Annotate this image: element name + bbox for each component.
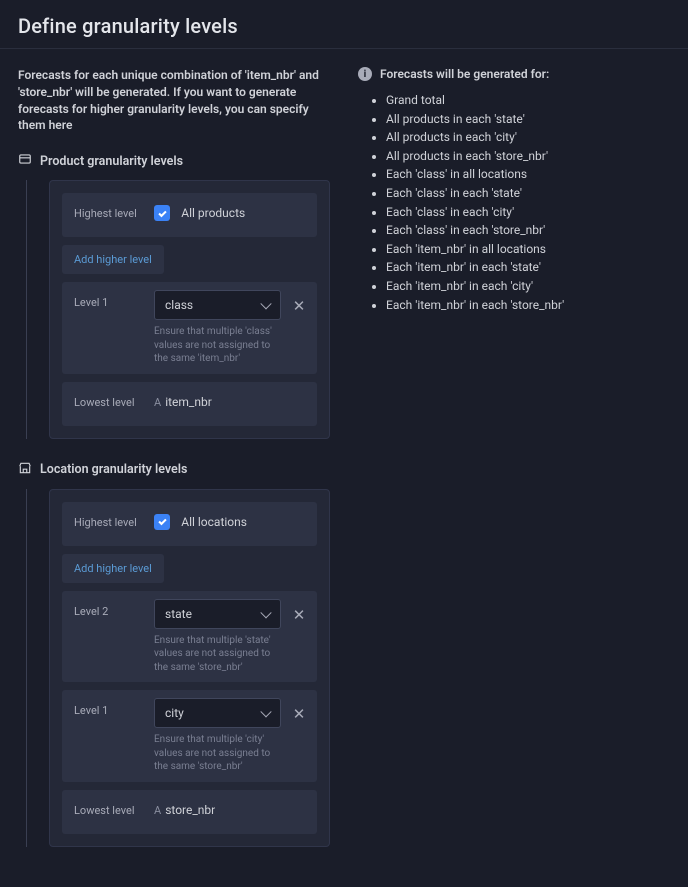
row-label: Level 1 <box>62 282 154 309</box>
list-item: All products in each 'city' <box>386 128 670 147</box>
location-section-title: Location granularity levels <box>18 461 330 479</box>
intro-text: Forecasts for each unique combination of… <box>18 67 330 134</box>
card-icon <box>18 152 32 170</box>
product-add-higher-level[interactable]: Add higher level <box>62 245 164 274</box>
list-item: Each 'item_nbr' in all locations <box>386 240 670 259</box>
location-add-higher-level[interactable]: Add higher level <box>62 554 164 583</box>
location-level-row: Level 1 city Ensure that multiple 'city'… <box>62 690 317 782</box>
list-item: All products in each 'store_nbr' <box>386 147 670 166</box>
close-icon: ✕ <box>293 297 306 315</box>
info-icon: i <box>358 67 372 81</box>
product-highest-row: Highest level All products <box>62 193 317 237</box>
close-icon: ✕ <box>293 606 306 624</box>
close-icon: ✕ <box>293 705 306 723</box>
list-item: Each 'class' in all locations <box>386 165 670 184</box>
list-item: Grand total <box>386 91 670 110</box>
product-section-title: Product granularity levels <box>18 152 330 170</box>
row-label: Level 2 <box>62 591 154 618</box>
location-highest-row: Highest level All locations <box>62 502 317 546</box>
location-level-1-select[interactable]: city <box>154 698 281 728</box>
list-item: Each 'class' in each 'store_nbr' <box>386 221 670 240</box>
remove-level-button[interactable]: ✕ <box>289 700 309 728</box>
row-label: Highest level <box>62 193 154 220</box>
remove-level-button[interactable]: ✕ <box>289 601 309 629</box>
list-item: Each 'class' in each 'state' <box>386 184 670 203</box>
product-level-1-select[interactable]: class <box>154 290 281 320</box>
product-panel: Highest level All products Add higher le… <box>49 180 330 439</box>
location-level-2-select[interactable]: state <box>154 599 281 629</box>
product-lowest-row: Lowest level Aitem_nbr <box>62 382 317 426</box>
list-item: Each 'item_nbr' in each 'store_nbr' <box>386 296 670 315</box>
location-lowest-row: Lowest level Astore_nbr <box>62 790 317 834</box>
list-item: All products in each 'state' <box>386 110 670 129</box>
product-level-row: Level 1 class Ensure that multiple 'clas… <box>62 282 317 374</box>
all-products-checkbox[interactable] <box>154 205 170 221</box>
row-label: Level 1 <box>62 690 154 717</box>
location-level-row: Level 2 state Ensure that multiple 'stat… <box>62 591 317 683</box>
helper-text: Ensure that multiple 'state' values are … <box>154 634 281 675</box>
page-header: Define granularity levels <box>0 0 688 49</box>
store-icon <box>18 461 32 479</box>
row-label: Highest level <box>62 502 154 529</box>
remove-level-button[interactable]: ✕ <box>289 292 309 320</box>
list-item: Each 'class' in each 'city' <box>386 203 670 222</box>
forecast-list: Grand total All products in each 'state'… <box>358 91 670 314</box>
all-locations-checkbox[interactable] <box>154 514 170 530</box>
helper-text: Ensure that multiple 'class' values are … <box>154 325 281 366</box>
row-label: Lowest level <box>62 382 154 409</box>
list-item: Each 'item_nbr' in each 'state' <box>386 258 670 277</box>
all-locations-label: All locations <box>181 515 247 529</box>
list-item: Each 'item_nbr' in each 'city' <box>386 277 670 296</box>
page-title: Define granularity levels <box>18 14 670 38</box>
helper-text: Ensure that multiple 'city' values are n… <box>154 733 281 774</box>
all-products-label: All products <box>181 206 245 220</box>
forecasts-heading: i Forecasts will be generated for: <box>358 67 670 81</box>
location-panel: Highest level All locations Add higher l… <box>49 489 330 847</box>
